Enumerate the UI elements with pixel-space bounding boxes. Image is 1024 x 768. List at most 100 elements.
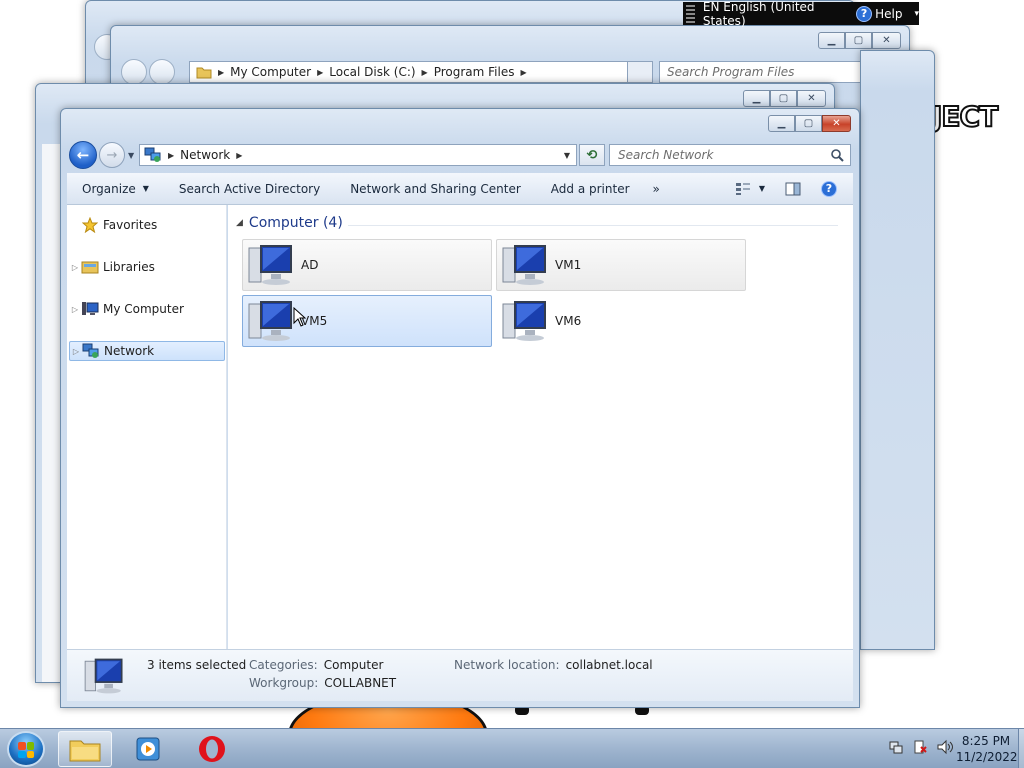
computer-item-ad[interactable]: AD [242,239,492,291]
expand-arrow-icon[interactable]: ▷ [70,347,82,356]
nav-item-network[interactable]: ▷ Network [69,341,225,361]
start-button[interactable] [7,731,45,767]
computer-item-vm5[interactable]: VM5 [242,295,492,347]
forward-button[interactable] [149,59,175,85]
star-icon [81,217,99,233]
search-input[interactable] [618,148,818,162]
close-button[interactable]: ✕ [872,32,901,49]
computer-item-vm1[interactable]: VM1 [496,239,746,291]
maximize-button[interactable]: ▢ [795,115,822,132]
volume-icon[interactable] [936,739,954,755]
chevron-right-icon: ▶ [317,67,324,77]
more-commands-button[interactable]: » [645,182,668,196]
navigation-buttons [121,59,175,85]
show-desktop-button[interactable] [1018,729,1024,768]
refresh-button[interactable]: ⟲ [579,144,605,166]
chevron-right-icon: ▶ [520,67,527,77]
search-active-directory-button[interactable]: Search Active Directory [164,173,335,204]
system-clock[interactable]: 8:25 PM 11/2/2022 [956,733,1018,765]
chevron-down-icon: ▼ [758,184,765,193]
address-bar[interactable]: ▶ Network ▶ ▼ [139,144,577,166]
maximize-button[interactable]: ▢ [845,32,872,49]
language-bar[interactable]: EN English (United States) ? Help ▾ [683,0,919,28]
forward-button[interactable]: → [99,142,125,168]
taskbar-media-player-button[interactable] [121,731,175,767]
language-bar-help[interactable]: ? Help [856,5,903,22]
network-icon [82,343,100,359]
recent-pages-dropdown-icon[interactable]: ▼ [128,151,134,160]
network-window[interactable]: ▁ ▢ ✕ ← → ▼ ▶ Network ▶ ▼ ⟲ Organize ▼ S… [60,108,860,708]
preview-pane-icon[interactable] [785,182,801,196]
command-bar: Organize ▼ Search Active Directory Netwo… [67,173,853,205]
expand-arrow-icon[interactable]: ▷ [69,263,81,272]
chevron-right-icon: ▶ [236,150,243,160]
breadcrumb-item[interactable]: Network [180,148,230,162]
window-controls: ▁ ▢ ✕ [818,32,901,49]
organize-button[interactable]: Organize ▼ [67,173,164,204]
minimize-button[interactable]: ▁ [768,115,795,132]
libraries-icon [81,259,99,275]
details-value: Computer [323,658,384,672]
close-button[interactable]: ✕ [797,90,826,107]
grip-handle-icon[interactable] [686,4,695,23]
view-options-button[interactable]: ▼ [735,182,765,196]
nav-item-my-computer[interactable]: ▷ My Computer [69,299,225,319]
chevron-right-icon: ▶ [168,150,175,160]
details-key: Categories: [249,658,318,672]
back-button[interactable]: ← [69,141,97,169]
file-list[interactable]: ◢ Computer (4) AD VM1 VM5 VM6 [228,205,853,649]
language-selector[interactable]: EN English (United States) [703,0,844,28]
minimize-button[interactable]: ▁ [818,32,845,49]
breadcrumb-item[interactable]: Program Files [434,65,515,79]
desktop-banner-text: JECT [931,99,999,134]
window-controls: ▁ ▢ ✕ [768,115,851,132]
expand-arrow-icon[interactable]: ▷ [69,305,81,314]
nav-item-libraries[interactable]: ▷ Libraries [69,257,225,277]
computer-icon [248,245,292,285]
taskbar: 8:25 PM 11/2/2022 [0,728,1024,768]
arrow-right-icon: → [106,147,118,163]
options-arrow-icon[interactable]: ▾ [914,9,919,19]
computer-icon [81,301,99,317]
folder-icon [196,67,212,79]
system-tray [888,739,954,755]
back-button[interactable] [121,59,147,85]
minimize-button[interactable]: ▁ [743,90,770,107]
computer-item-vm6[interactable]: VM6 [496,295,746,347]
close-button[interactable]: ✕ [822,115,851,132]
breadcrumb-item[interactable]: My Computer [230,65,311,79]
details-categories: Categories: Computer [249,658,383,672]
media-player-icon [136,737,160,761]
details-key: Workgroup: [249,676,319,690]
breadcrumb-item[interactable]: Local Disk (C:) [329,65,415,79]
computer-name: AD [301,258,319,272]
network-tray-icon[interactable] [888,739,904,755]
maximize-button[interactable]: ▢ [770,90,797,107]
refresh-button[interactable] [627,61,653,83]
computer-icon [248,301,292,341]
address-bar[interactable]: ▶ My Computer ▶ Local Disk (C:) ▶ Progra… [189,61,653,83]
details-value: COLLABNET [324,676,397,690]
navigation-buttons: ← → ▼ [69,141,134,169]
network-icon [144,147,161,162]
background-window-edge[interactable] [860,50,935,650]
help-icon[interactable]: ? [821,180,837,197]
search-box[interactable] [609,144,851,166]
collapse-arrow-icon[interactable]: ◢ [236,218,243,228]
network-sharing-center-button[interactable]: Network and Sharing Center [335,173,536,204]
group-header-computer[interactable]: ◢ Computer (4) [236,215,343,231]
toolbar-right-group: ▼ ? [735,173,837,204]
taskbar-opera-button[interactable] [185,731,239,767]
nav-item-favorites[interactable]: Favorites [69,215,225,235]
taskbar-explorer-button[interactable] [58,731,112,767]
help-label: Help [875,6,903,21]
mouse-cursor-icon [293,307,307,327]
nav-item-label: My Computer [103,302,184,316]
search-icon[interactable] [830,148,844,162]
address-history-dropdown-icon[interactable]: ▼ [564,151,570,160]
add-printer-button[interactable]: Add a printer [536,173,645,204]
action-center-icon[interactable] [912,739,928,755]
group-divider [348,225,838,226]
computer-icon [502,245,546,285]
folder-icon [69,740,101,762]
